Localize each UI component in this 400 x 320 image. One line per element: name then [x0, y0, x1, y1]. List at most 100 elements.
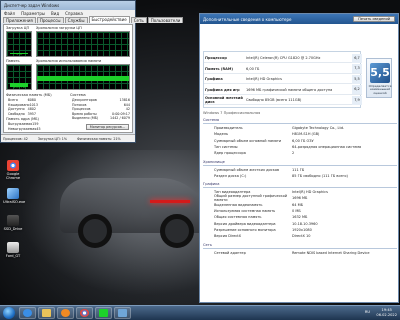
wei-subscore: 6,7 [352, 53, 362, 63]
info-label: Разрешение основного монитора [214, 227, 276, 232]
menu-file[interactable]: Файл [4, 11, 15, 16]
menu-options[interactable]: Параметры [21, 11, 45, 16]
section-title: Графика [203, 182, 397, 189]
info-label: Суммарный объем основной памяти [214, 138, 282, 143]
window-title: Диспетчер задач Windows [4, 3, 60, 8]
stat-label: Выгружаемая [8, 122, 33, 126]
info-row: Разрешение основного монитора 1920x1080 [208, 227, 394, 233]
info-label: Используемая системная память [214, 209, 276, 213]
tab-users[interactable]: Пользователи [147, 17, 184, 23]
stat-row: Доступно 4802 [8, 107, 36, 111]
stat-value: 1442 / 6079 [110, 116, 130, 120]
print-details-button[interactable]: Печать сведений [353, 16, 395, 22]
wei-category: Графика [205, 77, 223, 81]
title-bar[interactable]: Диспетчер задач Windows [1, 1, 135, 10]
taskbar-ie[interactable] [19, 307, 36, 319]
stat-value: 45 [36, 126, 41, 131]
info-row: Версия DirectX DirectX 10 [208, 233, 394, 239]
info-row: Общая системная память 1632 МБ [208, 214, 394, 220]
stat-value: 13816 [119, 98, 131, 102]
memory-usage-meter: 1,25 ГБ [6, 64, 32, 90]
info-value: 6,00 ГБ ОЗУ [292, 138, 314, 143]
info-row: Используемая системная память 0 МБ [208, 208, 394, 214]
taskbar-task-manager[interactable] [95, 307, 112, 319]
system-clock[interactable]: 19:45 06.02.2022 [376, 308, 397, 318]
wei-description: Свободно 85GB (всего 111GB) [246, 98, 302, 102]
info-label: Суммарный объем жестких дисков [214, 167, 280, 172]
desktop-icon-ford[interactable]: Ford_GT [3, 242, 23, 258]
performance-title: Дополнительные сведения о компьютере [203, 16, 292, 22]
stat-label: Свободно [8, 111, 25, 116]
cpu-history-graph [36, 31, 130, 57]
info-value: 64-разрядная операционная система [292, 144, 362, 149]
stat-value: 3957 [27, 111, 36, 116]
info-value: 64 МБ [292, 202, 303, 207]
stat-value: 4802 [27, 107, 36, 111]
info-label: Тип системы [214, 144, 238, 149]
wallpaper-wheel [78, 214, 112, 248]
stat-label: Всего [8, 98, 18, 102]
status-processes: Процессов: 42 [3, 136, 28, 141]
taskbar-media-player[interactable] [57, 307, 74, 319]
status-cpu: Загрузка ЦП: 1% [37, 136, 67, 141]
image-file-icon [7, 242, 19, 253]
info-row: Версия драйвера видеоадаптера 10.18.10.39… [208, 221, 394, 227]
stat-row: Всего 6080 [8, 98, 36, 102]
wei-row: Память (RAM) 6,00 ГБ 7,3 [204, 64, 362, 74]
stat-label: Кэшировано [8, 102, 30, 107]
desktop-icon-ultraiso[interactable]: UltraISO.exe [3, 188, 25, 204]
wei-subscore: 7,3 [352, 64, 362, 73]
base-score-value: 5,5 [370, 63, 390, 83]
media-player-icon [61, 309, 70, 317]
language-indicator[interactable]: RU [365, 310, 370, 314]
taskbar-explorer[interactable] [38, 307, 55, 319]
tab-performance[interactable]: Быстродействие [88, 16, 130, 23]
task-manager-window[interactable]: Диспетчер задач Windows Файл Параметры В… [0, 0, 184, 143]
wei-description: 1696 МБ графической памяти общего доступ… [246, 87, 333, 92]
tab-applications[interactable]: Приложения [3, 17, 36, 23]
stat-row: Процессов 42 [72, 107, 130, 111]
info-row: Общий размер доступной графической памят… [208, 194, 394, 202]
clock-date: 06.02.2022 [376, 313, 397, 317]
stat-value: 159 [32, 122, 39, 126]
cpu-usage-meter: 1 % [6, 31, 32, 57]
stat-row: Кэшировано 1013 [8, 102, 38, 107]
section-title: Сеть [203, 243, 397, 249]
menu-view[interactable]: Вид [51, 11, 59, 16]
system-title: Система [70, 93, 86, 97]
info-value: Gigabyte Technology Co., Ltd. [292, 126, 345, 130]
info-row: Модель H81M-S1H (GB) [208, 131, 394, 137]
info-value: 1696 МБ [292, 196, 308, 201]
cpu-history-label: Хронология загрузки ЦП [36, 26, 82, 30]
cpu-usage-label: Загрузка ЦП [6, 26, 30, 30]
tab-processes[interactable]: Процессы [36, 17, 64, 23]
stat-row: Невыгружаемая 45 [8, 127, 41, 131]
stat-value: 1013 [29, 102, 38, 107]
resource-monitor-button[interactable]: Монитор ресурсов... [85, 124, 129, 130]
info-row: Тип системы 64-разрядная операционная сис… [208, 144, 394, 150]
menu-help[interactable]: Справка [65, 11, 83, 16]
wallpaper-taillight [150, 200, 190, 203]
taskbar-chrome[interactable] [76, 307, 93, 319]
base-score-caption: Определяется наименьшей оценкой [368, 84, 392, 95]
stat-label: Выделено (МБ) [72, 116, 99, 120]
info-row: Сетевой адаптер Remote NDIS based Interne… [208, 250, 394, 256]
stat-value: 6080 [27, 98, 36, 102]
info-value: DirectX 10 [292, 234, 311, 239]
tab-services[interactable]: Службы [64, 17, 88, 23]
desktop-icon-ssd[interactable]: SSD_Drive [3, 215, 23, 231]
desktop-icon-chrome[interactable]: Google Chrome [3, 160, 23, 180]
info-label: Производитель [214, 126, 243, 130]
taskbar-control-panel[interactable] [114, 307, 131, 319]
start-button[interactable] [3, 307, 15, 319]
performance-info-window[interactable]: Дополнительные сведения о компьютере Печ… [199, 13, 399, 303]
stat-row: Выгружаемая 159 [8, 122, 39, 126]
wei-category: Память (RAM) [205, 66, 233, 71]
tab-network[interactable]: Сеть [130, 17, 147, 23]
stat-row: Свободно 3957 [8, 112, 36, 116]
info-value: 10.18.10.3960 [292, 221, 318, 226]
status-memory: Физическая память: 21% [76, 136, 121, 141]
info-label: Модель [214, 132, 229, 137]
wei-base-score-badge: 5,5 Определяется наименьшей оценкой [366, 58, 392, 98]
task-manager-icon [99, 309, 108, 317]
